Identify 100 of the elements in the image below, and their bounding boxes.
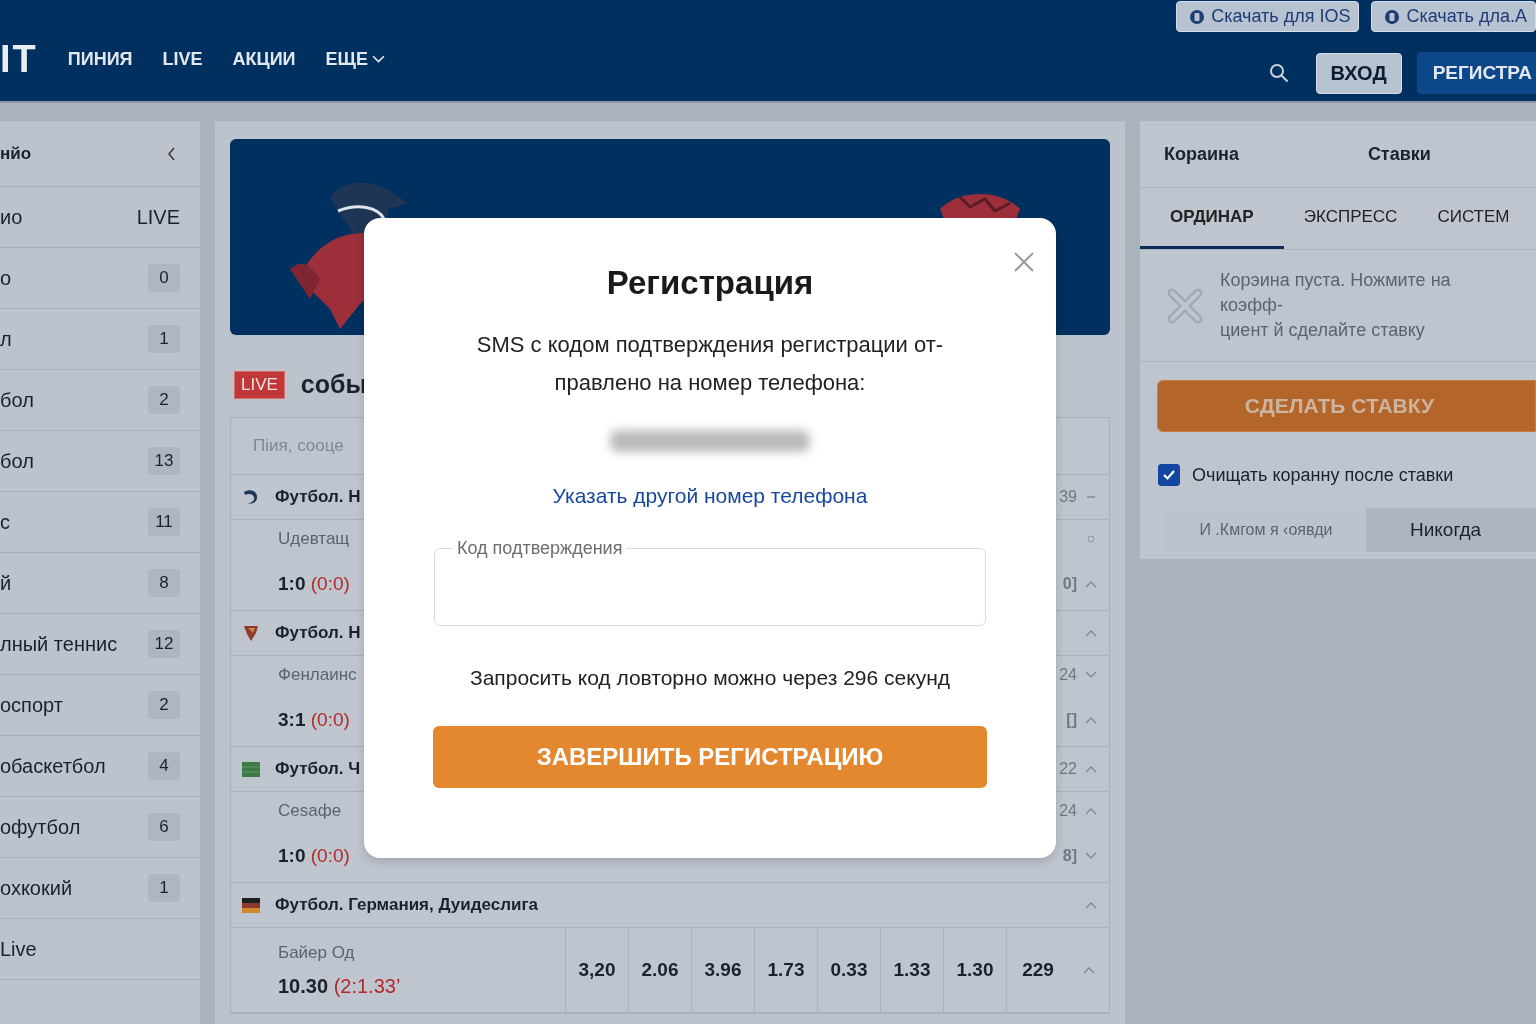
odds-value: 8] [1062,847,1077,865]
option-button[interactable]: Никогда [1366,508,1536,552]
odds-cell[interactable]: 1.33 [880,928,943,1012]
phone-icon [1189,8,1206,25]
search-icon[interactable] [1268,63,1289,83]
team-name: Байер Од [278,942,356,963]
chevron-icon[interactable] [1085,629,1097,637]
sidebar-heading: ио [0,205,23,229]
odds-value: [] [1066,711,1077,729]
slip-tab[interactable]: Кораина [1140,142,1338,166]
flag-icon [241,895,261,915]
empty-message: Корэина пуста. Ножмите на коэфф- циент й сделайте ставку [1220,269,1452,342]
slip-tab[interactable]: Ставки [1337,142,1536,166]
league-title: Футбол. Ч [275,759,361,779]
sport-name[interactable]: обаскетбол [0,754,106,778]
sport-name[interactable]: о [0,266,12,290]
sport-name[interactable]: й [0,571,12,595]
register-button[interactable]: РЕГИСТРА [1416,52,1536,94]
event-count: 0 [148,264,180,292]
match-score: 3:1 (0:0) [278,709,350,731]
odds-cell[interactable]: 2.06 [628,928,691,1012]
bet-type-tab[interactable]: СИСТЕМ [1417,188,1530,249]
chevron-icon[interactable] [1085,671,1097,679]
download-button[interactable]: Скачать дла.А [1371,1,1536,32]
event-count: 13 [148,447,180,475]
league-title: Футбол. Германия, Дуидеслига [275,895,538,915]
event-count: 6 [148,813,180,841]
event-count: 1 [148,325,180,353]
odds-cell[interactable]: 3,20 [565,928,628,1012]
odds-cell[interactable]: 1.30 [943,928,1006,1012]
chevron-icon[interactable] [1085,901,1097,909]
match-score: 10.30 (2:1.33’ [278,974,402,998]
nav-link[interactable]: LIVE [162,49,203,70]
change-phone-link[interactable]: Указать другой номер телефона [552,484,868,508]
nav-link[interactable]: ПИНИЯ [67,49,133,70]
nav-link[interactable]: АКЦИИ [232,49,296,70]
circle-icon [1085,535,1097,543]
bet-type-tab[interactable]: ЭКСПРЕСС [1283,188,1418,249]
event-count: 11 [148,508,180,536]
event-count: 1 [148,874,180,902]
sidebar-title: нйо [0,143,32,164]
login-button[interactable]: ВХОД [1315,52,1402,94]
odds-value: 0] [1062,575,1077,593]
odds-value: 22 [1059,760,1077,778]
flag-icon [241,759,261,779]
sport-name[interactable]: л [0,327,12,351]
chevron-icon[interactable] [1085,580,1097,588]
dialog-message: SMS с кодом подтверждения регистрации от- правлено на номер телефона: [476,331,944,397]
odds-value: 24 [1059,666,1077,684]
sidebar-link[interactable]: Live [0,937,37,961]
event-count: 2 [148,386,180,414]
team-name: Сеѕафе [278,801,342,821]
league-title: Футбол. Н [275,623,361,643]
odds-cell[interactable]: 3.96 [691,928,754,1012]
odds-cell[interactable]: 1.73 [754,928,817,1012]
sport-name[interactable]: с [0,510,10,534]
chevron-icon[interactable] [1085,765,1097,773]
event-count: 8 [148,569,180,597]
odds-cell[interactable]: 229 [1006,928,1069,1012]
event-count: 12 [148,630,180,658]
sport-name[interactable]: бол [0,388,34,412]
chevron-icon[interactable] [1085,807,1097,815]
chevron-icon [371,55,385,64]
download-button[interactable]: Скачать для IOS [1176,1,1360,32]
section-title: собы [300,370,367,399]
live-label: LIVE [136,205,180,229]
logo[interactable]: IT [0,38,38,81]
sport-name[interactable]: офутбол [0,815,81,839]
table-header: Пiия, сооце [253,436,344,456]
event-count: 2 [148,691,180,719]
chevron-icon[interactable] [1085,716,1097,724]
close-icon[interactable] [1013,251,1035,273]
league-title: Футбол. Н [275,487,361,507]
sport-name[interactable]: бол [0,449,34,473]
shield-icon [241,623,261,643]
dialog-title: Регистрация [606,264,814,302]
event-count: 4 [148,752,180,780]
bet-type-tab[interactable]: ОРДИНАР [1140,188,1284,249]
odds-value: 39 [1059,488,1077,506]
phone-icon [1384,8,1401,25]
nav-link[interactable]: ЕЩЕ [325,49,385,70]
dash-icon [1085,493,1097,501]
chevron-icon[interactable] [1085,852,1097,860]
collapse-icon[interactable] [167,146,176,161]
checkbox-label: Очищать коранну после ставки [1192,464,1454,486]
resend-note: Запросить код ловторно можно через 296 секунд [470,666,950,690]
sport-name[interactable]: охкокий [0,876,73,900]
checkbox[interactable] [1158,464,1180,486]
match-score: 1:0 (0:0) [278,573,350,595]
sport-name[interactable]: оспорт [0,693,63,717]
sport-name[interactable]: лный теннис [0,632,118,656]
check-icon [1162,468,1176,482]
chevron-icon[interactable] [1083,966,1095,974]
odds-value: 24 [1059,802,1077,820]
team-name: Фенлаинс [278,665,357,685]
live-badge: LIVE [234,370,285,399]
code-field[interactable]: Код подтверждения [434,538,986,626]
match-score: 1:0 (0:0) [278,845,350,867]
team-name: Uдевтащ [278,529,350,549]
odds-cell[interactable]: 0.33 [817,928,880,1012]
